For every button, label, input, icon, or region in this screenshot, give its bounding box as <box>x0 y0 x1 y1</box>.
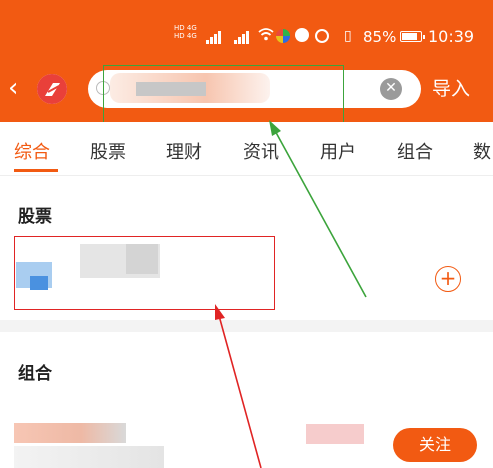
annotation-arrows <box>215 120 367 468</box>
green-arrow <box>272 126 367 298</box>
green-arrow-head <box>269 120 281 136</box>
red-arrow <box>217 311 262 468</box>
red-arrow-head <box>215 304 225 320</box>
